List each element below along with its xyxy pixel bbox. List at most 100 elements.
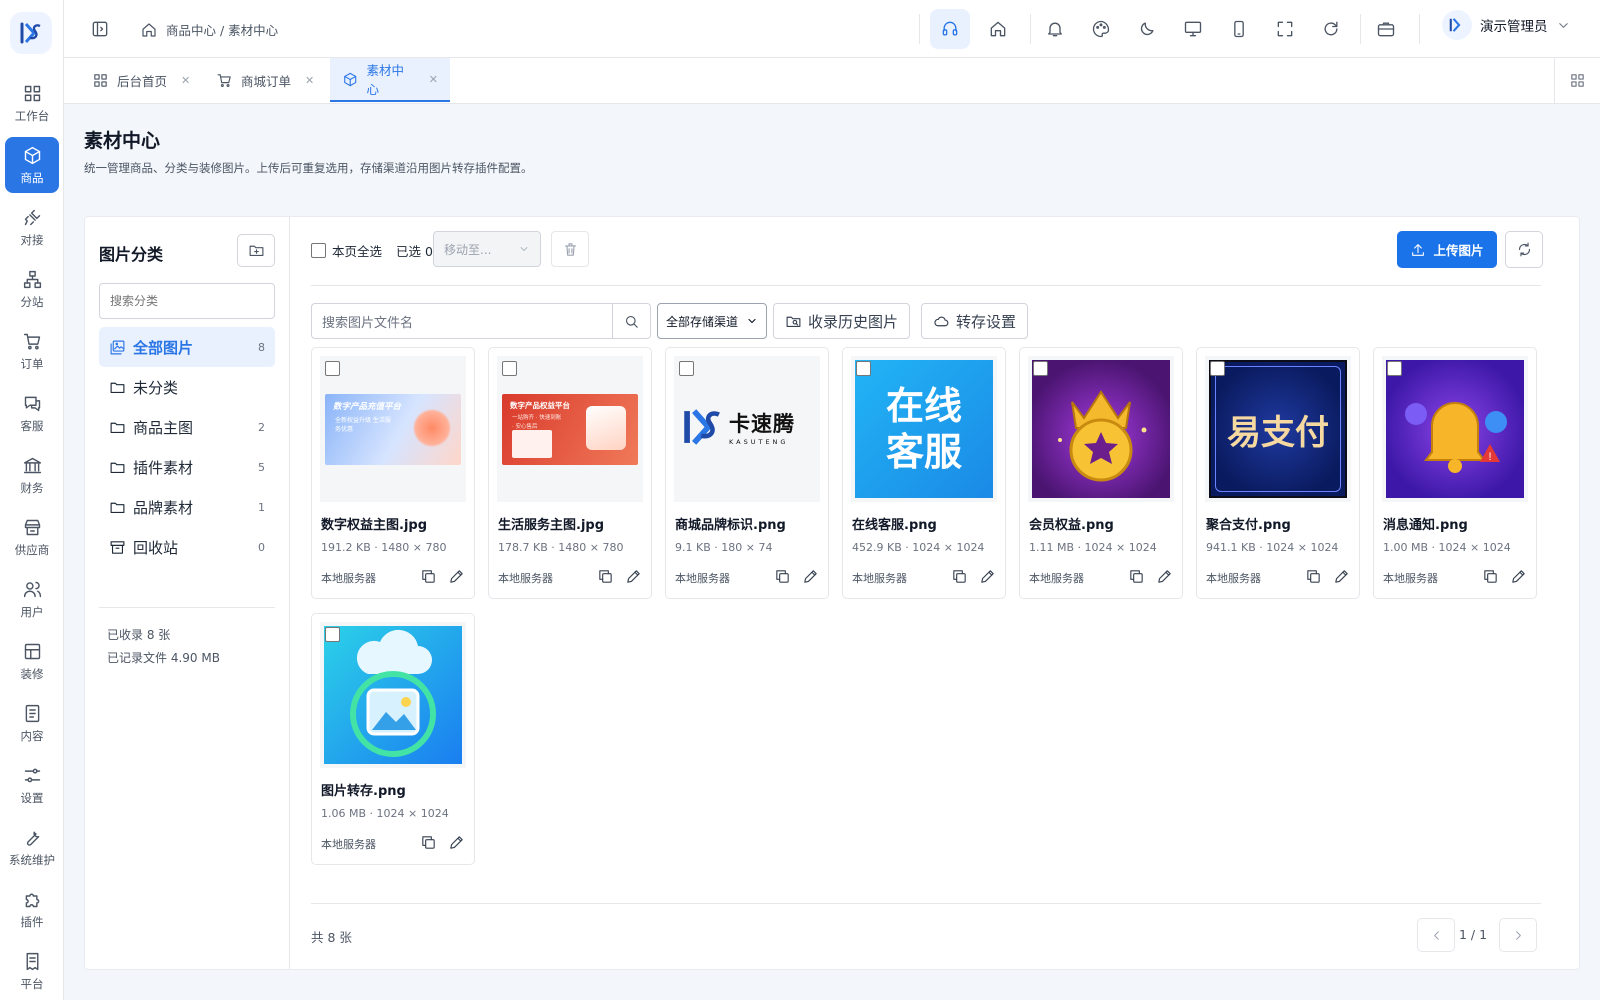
next-page-button[interactable] xyxy=(1499,918,1537,952)
tab-material-center[interactable]: 素材中心 ✕ xyxy=(330,58,450,102)
support-button[interactable] xyxy=(930,9,970,49)
category-search-input[interactable] xyxy=(99,283,275,319)
desktop-view-button[interactable] xyxy=(1173,9,1213,49)
divider xyxy=(311,285,1541,286)
rail-item-3[interactable]: 对接 xyxy=(5,199,59,255)
image-card[interactable]: 在线 客服 在线客服.png 452.9 KB · 1024 × 1024 本地服务器 xyxy=(842,347,1006,599)
copy-link-button[interactable] xyxy=(774,568,791,585)
fullscreen-button[interactable] xyxy=(1265,9,1305,49)
mobile-view-button[interactable] xyxy=(1219,9,1259,49)
image-checkbox[interactable] xyxy=(679,361,694,376)
theme-color-button[interactable] xyxy=(1081,9,1121,49)
image-card[interactable]: 卡速腾 KASUTENG 商城品牌标识.png 9.1 KB · 180 × 74 本地… xyxy=(665,347,829,599)
edit-button[interactable] xyxy=(802,568,819,585)
image-card[interactable]: ! 消息通知.png 1.00 MB · 1024 × 1024 本地服务器 xyxy=(1373,347,1537,599)
edit-button[interactable] xyxy=(625,568,642,585)
rail-item-8[interactable]: 供应商 xyxy=(5,509,59,565)
image-thumbnail[interactable]: 易支付 xyxy=(1205,356,1351,502)
category-item[interactable]: 全部图片 8 xyxy=(99,327,275,367)
image-search-input[interactable]: 搜索图片文件名 xyxy=(312,304,612,338)
image-card[interactable]: 数字产品权益平台 一站购齐 · 快速到账 · 安心售后 生活服务主图.jpg 178.… xyxy=(488,347,652,599)
image-thumbnail[interactable]: 数字产品权益平台 一站购齐 · 快速到账 · 安心售后 xyxy=(497,356,643,502)
rail-item-7[interactable]: 财务 xyxy=(5,447,59,503)
select-all[interactable]: 本页全选 已选 0 xyxy=(311,241,433,260)
close-icon[interactable]: ✕ xyxy=(181,74,190,87)
rail-item-4[interactable]: 分站 xyxy=(5,261,59,317)
image-checkbox[interactable] xyxy=(856,361,871,376)
copy-link-button[interactable] xyxy=(1305,568,1322,585)
close-icon[interactable]: ✕ xyxy=(305,74,314,87)
sidebar-toggle-button[interactable] xyxy=(80,9,120,49)
copy-link-button[interactable] xyxy=(951,568,968,585)
category-item[interactable]: 未分类 xyxy=(99,367,275,407)
image-thumbnail[interactable] xyxy=(320,622,466,768)
image-checkbox[interactable] xyxy=(1387,361,1402,376)
delete-button[interactable] xyxy=(551,231,589,267)
category-label: 品牌素材 xyxy=(133,498,194,517)
storage-select[interactable]: 全部存储渠道 xyxy=(657,303,767,339)
rail-item-2[interactable]: 商品 xyxy=(5,137,59,193)
image-thumbnail[interactable]: 在线 客服 xyxy=(851,356,997,502)
close-icon[interactable]: ✕ xyxy=(429,73,438,86)
image-thumbnail[interactable]: 卡速腾 KASUTENG xyxy=(674,356,820,502)
cart-icon xyxy=(217,73,231,87)
app-logo[interactable] xyxy=(10,12,52,54)
move-to-select[interactable]: 移动至... xyxy=(433,231,541,267)
image-checkbox[interactable] xyxy=(502,361,517,376)
rail-item-9[interactable]: 用户 xyxy=(5,571,59,627)
edit-button[interactable] xyxy=(1510,568,1527,585)
dark-mode-button[interactable] xyxy=(1127,9,1167,49)
edit-button[interactable] xyxy=(448,568,465,585)
refresh-button[interactable] xyxy=(1505,231,1543,268)
search-button[interactable] xyxy=(612,304,650,338)
copy-link-button[interactable] xyxy=(420,834,437,851)
select-all-checkbox[interactable] xyxy=(311,243,326,258)
prev-page-button[interactable] xyxy=(1417,918,1455,952)
collect-history-button[interactable]: 收录历史图片 xyxy=(773,303,911,339)
tab-dashboard[interactable]: 后台首页 ✕ xyxy=(80,58,202,102)
rail-item-1[interactable]: 工作台 xyxy=(5,75,59,131)
image-card[interactable]: 会员权益.png 1.11 MB · 1024 × 1024 本地服务器 xyxy=(1019,347,1183,599)
reload-button[interactable] xyxy=(1311,9,1351,49)
rail-item-10[interactable]: 装修 xyxy=(5,633,59,689)
workspace-button[interactable] xyxy=(1366,9,1406,49)
add-category-button[interactable] xyxy=(237,234,275,267)
image-checkbox[interactable] xyxy=(325,627,340,642)
category-item[interactable]: 插件素材 5 xyxy=(99,447,275,487)
edit-button[interactable] xyxy=(448,834,465,851)
rail-item-13[interactable]: 系统维护 xyxy=(5,819,59,875)
edit-button[interactable] xyxy=(979,568,996,585)
home-button[interactable] xyxy=(978,9,1018,49)
copy-link-button[interactable] xyxy=(1482,568,1499,585)
tab-menu-button[interactable] xyxy=(1554,58,1600,103)
image-checkbox[interactable] xyxy=(1210,361,1225,376)
category-item[interactable]: 商品主图 2 xyxy=(99,407,275,447)
edit-button[interactable] xyxy=(1156,568,1173,585)
chevron-right-icon xyxy=(1515,930,1521,940)
rail-item-11[interactable]: 内容 xyxy=(5,695,59,751)
image-thumbnail[interactable]: ! xyxy=(1382,356,1528,502)
user-menu[interactable]: 演示管理员 xyxy=(1442,10,1571,40)
rail-item-14[interactable]: 插件 xyxy=(5,881,59,937)
copy-link-button[interactable] xyxy=(420,568,437,585)
copy-link-button[interactable] xyxy=(1128,568,1145,585)
image-checkbox[interactable] xyxy=(325,361,340,376)
edit-button[interactable] xyxy=(1333,568,1350,585)
category-item[interactable]: 品牌素材 1 xyxy=(99,487,275,527)
rail-item-6[interactable]: 客服 xyxy=(5,385,59,441)
tab-orders[interactable]: 商城订单 ✕ xyxy=(204,58,326,102)
image-card[interactable]: 易支付 聚合支付.png 941.1 KB · 1024 × 1024 本地服务器 xyxy=(1196,347,1360,599)
upload-button[interactable]: 上传图片 xyxy=(1397,231,1497,268)
image-checkbox[interactable] xyxy=(1033,361,1048,376)
rail-item-5[interactable]: 订单 xyxy=(5,323,59,379)
rail-item-15[interactable]: 平台 xyxy=(5,943,59,999)
rail-item-12[interactable]: 设置 xyxy=(5,757,59,813)
image-thumbnail[interactable] xyxy=(1028,356,1174,502)
image-card[interactable]: 图片转存.png 1.06 MB · 1024 × 1024 本地服务器 xyxy=(311,613,475,865)
image-card[interactable]: 数字产品充值平台 全新权益升级 生活服务优惠 数字权益主图.jpg 191.2 KB … xyxy=(311,347,475,599)
copy-link-button[interactable] xyxy=(597,568,614,585)
category-item[interactable]: 回收站 0 xyxy=(99,527,275,567)
image-thumbnail[interactable]: 数字产品充值平台 全新权益升级 生活服务优惠 xyxy=(320,356,466,502)
transfer-settings-button[interactable]: 转存设置 xyxy=(921,303,1029,339)
notifications-button[interactable] xyxy=(1035,9,1075,49)
